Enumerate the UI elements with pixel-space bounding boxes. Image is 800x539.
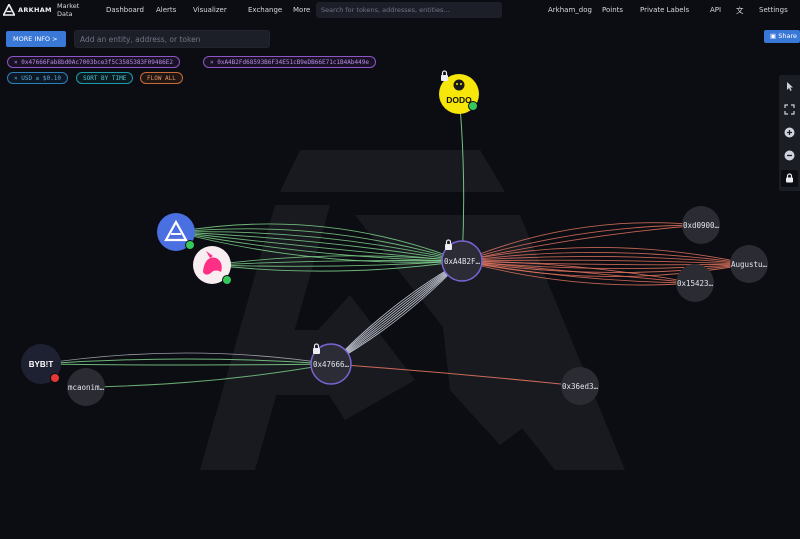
nav-dashboard[interactable]: Dashboard [106,6,144,14]
brand-name: ARKHAM [18,6,52,14]
nav-user[interactable]: Arkham_dog [548,6,592,14]
nav-visualizer[interactable]: Visualizer [193,6,227,14]
lock-button[interactable] [781,170,798,187]
nav-exchange[interactable]: Exchange [248,6,282,14]
nav-more[interactable]: More [293,6,310,14]
translate-icon[interactable]: 文 [736,5,745,15]
zoom-in-icon[interactable] [784,127,795,138]
nav-settings[interactable]: Settings [759,6,788,14]
node-d900-label: 0xd0900… [683,221,720,230]
entity-search-input[interactable]: Add an entity, address, or token [74,30,270,48]
node-august[interactable]: Augustu… [730,245,768,283]
filter-chip-address-2[interactable]: × 0xA4B2Fd68593B6F34E51cB9eDB66E71c1B4Ab… [203,56,376,68]
node-dodo[interactable]: DODO [439,70,479,114]
lock-icon [441,70,448,81]
more-info-button[interactable]: MORE INFO > [6,31,66,47]
nav-alerts[interactable]: Alerts [156,6,176,14]
filter-chip-usd[interactable]: × USD ≥ $0.10 [7,72,68,84]
node-mcaonim-label: mcaonim… [68,383,105,392]
brand[interactable]: ARKHAM [3,4,52,16]
node-dodo-label: DODO [446,95,472,105]
flow-all-chip[interactable]: FLOW ALL [140,72,183,84]
fit-screen-icon[interactable] [784,104,795,115]
lock-icon [786,173,793,183]
top-navbar: ARKHAM Market Data Dashboard Alerts Visu… [0,0,800,22]
node-hub-label: 0xA4B2F… [444,257,481,266]
global-search-input[interactable]: Search for tokens, addresses, entities..… [316,2,502,18]
arkham-watermark [200,150,625,470]
node-source[interactable]: 0x47666… [310,343,352,385]
node-source-label: 0x47666… [313,360,350,369]
node-15423-label: 0x15423… [677,279,714,288]
zoom-out-icon[interactable] [784,150,795,161]
edge-bybit-source [40,363,332,366]
node-exchange-triangle[interactable] [157,213,195,251]
share-icon: ▣ [770,32,777,40]
filter-chip-address-1[interactable]: × 0x47666Fab8bd0Ac7003bce3f5C3585383F094… [7,56,180,68]
node-d900[interactable]: 0xd0900… [682,206,720,244]
graph-toolbar [779,75,800,191]
node-hub[interactable]: 0xA4B2F… [441,239,483,282]
node-august-label: Augustu… [731,260,768,269]
node-36ed3[interactable]: 0x36ed3… [561,367,599,405]
share-button[interactable]: ▣ Share [764,30,800,43]
nav-api[interactable]: API [710,6,721,14]
share-label: Share [778,32,797,40]
node-36ed3-label: 0x36ed3… [562,382,599,391]
nav-points[interactable]: Points [602,6,623,14]
nav-private-labels[interactable]: Private Labels [640,6,689,14]
arkham-logo-icon [3,4,15,16]
node-mcaonim[interactable]: mcaonim… [67,368,105,406]
node-bybit[interactable]: BYB!T [21,344,61,384]
nav-market-data[interactable]: Market Data [57,2,87,18]
cursor-icon[interactable] [784,81,795,92]
node-bybit-label: BYB!T [29,360,54,369]
node-uniswap[interactable] [193,246,232,285]
sort-by-time-chip[interactable]: SORT BY TIME [76,72,134,84]
node-15423[interactable]: 0x15423… [676,264,714,302]
